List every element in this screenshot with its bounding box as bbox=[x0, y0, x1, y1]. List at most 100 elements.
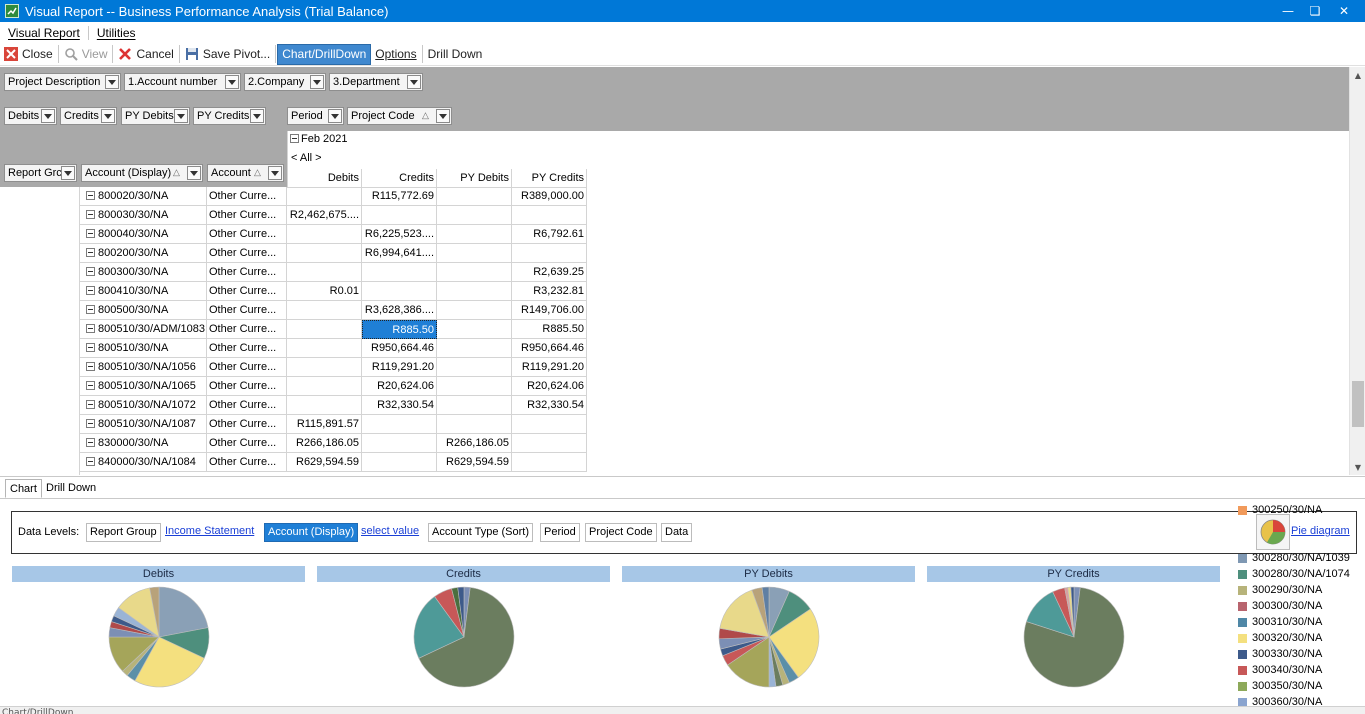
scroll-thumb[interactable] bbox=[1352, 381, 1364, 427]
row-field-account[interactable]: Account △ bbox=[207, 164, 284, 182]
collapse-icon[interactable] bbox=[290, 134, 299, 143]
level-select-value-link[interactable]: select value bbox=[361, 525, 419, 537]
level-account-display[interactable]: Account (Display) bbox=[264, 523, 359, 542]
row-account-type[interactable]: Other Curre... bbox=[207, 396, 287, 415]
cell-credits[interactable] bbox=[362, 263, 437, 282]
collapse-icon[interactable] bbox=[86, 419, 95, 428]
cell-credits[interactable] bbox=[362, 206, 437, 225]
collapse-icon[interactable] bbox=[86, 438, 95, 447]
close-button[interactable]: Close bbox=[0, 44, 57, 65]
row-account-type[interactable]: Other Curre... bbox=[207, 415, 287, 434]
filter-account-number[interactable]: 1.Account number bbox=[124, 73, 241, 91]
column-field-project-code[interactable]: Project Code △ bbox=[347, 107, 452, 125]
row-account-type[interactable]: Other Curre... bbox=[207, 301, 287, 320]
row-account-label[interactable]: 800500/30/NA bbox=[80, 301, 207, 320]
cell-py-debits[interactable] bbox=[437, 282, 512, 301]
row-account-type[interactable]: Other Curre... bbox=[207, 434, 287, 453]
level-data[interactable]: Data bbox=[661, 523, 693, 542]
row-account-type[interactable]: Other Curre... bbox=[207, 225, 287, 244]
cell-py-credits[interactable]: R6,792.61 bbox=[512, 225, 587, 244]
collapse-icon[interactable] bbox=[86, 381, 95, 390]
chevron-down-icon[interactable] bbox=[187, 166, 201, 180]
cell-credits[interactable]: R6,225,523.... bbox=[362, 225, 437, 244]
level-account-type-sort[interactable]: Account Type (Sort) bbox=[428, 523, 534, 542]
collapse-icon[interactable] bbox=[86, 457, 95, 466]
cell-py-debits[interactable] bbox=[437, 225, 512, 244]
row-account-label[interactable]: 800510/30/NA/1065 bbox=[80, 377, 207, 396]
menu-visual-report[interactable]: Visual Report bbox=[0, 22, 88, 43]
chevron-down-icon[interactable] bbox=[61, 166, 75, 180]
collapse-icon[interactable] bbox=[86, 267, 95, 276]
pie-chart[interactable] bbox=[107, 585, 211, 689]
row-account-type[interactable]: Other Curre... bbox=[207, 320, 287, 339]
cell-py-credits[interactable] bbox=[512, 244, 587, 263]
scroll-down-icon[interactable]: ▼ bbox=[1350, 459, 1365, 475]
filter-project-description[interactable]: Project Description bbox=[4, 73, 121, 91]
pie-chart[interactable] bbox=[1022, 585, 1126, 689]
pie-chart[interactable] bbox=[412, 585, 516, 689]
cell-py-debits[interactable] bbox=[437, 339, 512, 358]
minimize-icon[interactable]: — bbox=[1275, 0, 1301, 22]
collapse-icon[interactable] bbox=[86, 286, 95, 295]
cell-debits[interactable] bbox=[287, 244, 362, 263]
cell-debits[interactable] bbox=[287, 301, 362, 320]
cell-py-credits[interactable]: R885.50 bbox=[512, 320, 587, 339]
row-account-label[interactable]: 800040/30/NA bbox=[80, 225, 207, 244]
cell-py-debits[interactable]: R629,594.59 bbox=[437, 453, 512, 472]
row-account-label[interactable]: 800200/30/NA bbox=[80, 244, 207, 263]
cell-py-credits[interactable] bbox=[512, 453, 587, 472]
cell-py-debits[interactable] bbox=[437, 263, 512, 282]
cell-debits[interactable] bbox=[287, 187, 362, 206]
chevron-down-icon[interactable] bbox=[268, 166, 282, 180]
cell-credits[interactable]: R6,994,641.... bbox=[362, 244, 437, 263]
cell-py-debits[interactable] bbox=[437, 320, 512, 339]
chart-drilldown-button[interactable]: Chart/DrillDown bbox=[277, 43, 372, 65]
row-account-label[interactable]: 840000/30/NA/1084 bbox=[80, 453, 207, 472]
row-account-type[interactable]: Other Curre... bbox=[207, 282, 287, 301]
chevron-down-icon[interactable] bbox=[310, 75, 324, 89]
chevron-down-icon[interactable] bbox=[250, 109, 264, 123]
row-account-type[interactable]: Other Curre... bbox=[207, 339, 287, 358]
row-account-type[interactable]: Other Curre... bbox=[207, 244, 287, 263]
row-field-account-display[interactable]: Account (Display) △ bbox=[81, 164, 203, 182]
cell-py-debits[interactable] bbox=[437, 187, 512, 206]
close-icon[interactable]: ✕ bbox=[1331, 0, 1357, 22]
cell-credits[interactable]: R115,772.69 bbox=[362, 187, 437, 206]
cell-py-credits[interactable]: R20,624.06 bbox=[512, 377, 587, 396]
collapse-icon[interactable] bbox=[86, 400, 95, 409]
cell-py-debits[interactable]: R266,186.05 bbox=[437, 434, 512, 453]
cell-debits[interactable] bbox=[287, 377, 362, 396]
chevron-down-icon[interactable] bbox=[41, 109, 55, 123]
chevron-down-icon[interactable] bbox=[328, 109, 342, 123]
cell-credits[interactable]: R32,330.54 bbox=[362, 396, 437, 415]
cell-credits[interactable]: R3,628,386.... bbox=[362, 301, 437, 320]
data-field-credits[interactable]: Credits bbox=[60, 107, 117, 125]
period-header[interactable]: Feb 2021 bbox=[290, 133, 347, 145]
cell-py-credits[interactable]: R950,664.46 bbox=[512, 339, 587, 358]
chevron-down-icon[interactable] bbox=[225, 75, 239, 89]
row-account-label[interactable]: 800510/30/NA/1056 bbox=[80, 358, 207, 377]
cancel-button[interactable]: Cancel bbox=[114, 44, 177, 65]
row-field-report-group[interactable]: Report Grc bbox=[4, 164, 77, 182]
row-account-label[interactable]: 800510/30/ADM/1083 bbox=[80, 320, 207, 339]
collapse-icon[interactable] bbox=[86, 343, 95, 352]
cell-py-debits[interactable] bbox=[437, 206, 512, 225]
cell-credits[interactable] bbox=[362, 453, 437, 472]
row-account-type[interactable]: Other Curre... bbox=[207, 377, 287, 396]
row-account-label[interactable]: 800030/30/NA bbox=[80, 206, 207, 225]
row-account-label[interactable]: 800300/30/NA bbox=[80, 263, 207, 282]
cell-debits[interactable] bbox=[287, 320, 362, 339]
cell-py-credits[interactable] bbox=[512, 415, 587, 434]
cell-py-debits[interactable] bbox=[437, 301, 512, 320]
column-field-period[interactable]: Period bbox=[287, 107, 344, 125]
cell-py-credits[interactable]: R119,291.20 bbox=[512, 358, 587, 377]
cell-py-credits[interactable]: R3,232.81 bbox=[512, 282, 587, 301]
vertical-scrollbar[interactable]: ▲ ▼ bbox=[1349, 67, 1365, 475]
cell-py-debits[interactable] bbox=[437, 415, 512, 434]
row-account-label[interactable]: 800020/30/NA bbox=[80, 187, 207, 206]
cell-credits[interactable]: R20,624.06 bbox=[362, 377, 437, 396]
data-field-py-debits[interactable]: PY Debits bbox=[121, 107, 190, 125]
cell-py-debits[interactable] bbox=[437, 244, 512, 263]
cell-credits[interactable]: R119,291.20 bbox=[362, 358, 437, 377]
cell-debits[interactable]: R115,891.57 bbox=[287, 415, 362, 434]
